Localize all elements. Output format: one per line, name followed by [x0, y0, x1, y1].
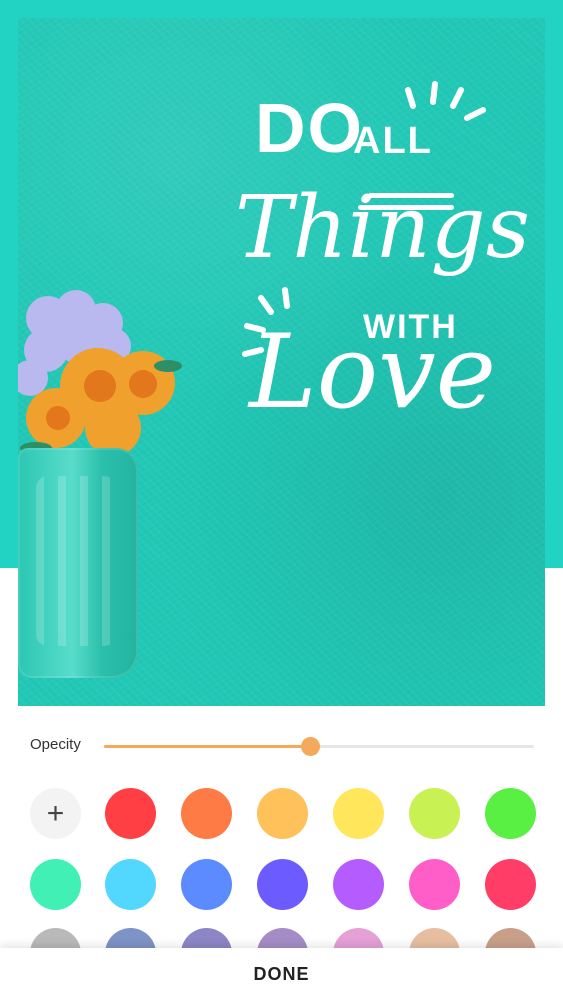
opacity-control: Opecity — [0, 726, 563, 766]
opacity-label: Opecity — [30, 736, 81, 753]
plus-icon: + — [46, 796, 65, 830]
done-button[interactable]: DONE — [253, 964, 309, 985]
color-swatch[interactable] — [30, 928, 81, 948]
opacity-slider-thumb[interactable] — [300, 737, 320, 756]
quote-word-do: DO — [255, 89, 364, 167]
bottom-bar: DONE — [0, 948, 563, 1000]
quote-sticker[interactable]: DO ALL Things WITH Love — [213, 78, 530, 478]
color-swatch[interactable] — [333, 928, 384, 948]
color-swatch[interactable] — [181, 928, 232, 948]
color-swatch[interactable] — [333, 859, 384, 910]
vase-image — [18, 448, 138, 678]
color-swatch[interactable] — [105, 859, 156, 910]
color-swatch[interactable] — [257, 788, 308, 839]
color-swatch[interactable] — [257, 928, 308, 948]
color-swatch[interactable] — [409, 788, 460, 839]
color-swatch[interactable] — [181, 788, 232, 839]
quote-word-things: Things — [235, 178, 530, 278]
quote-word-love: Love — [249, 313, 497, 432]
color-swatch[interactable] — [105, 928, 156, 948]
opacity-slider[interactable] — [104, 737, 534, 756]
color-swatch[interactable] — [485, 928, 536, 948]
color-palette: + — [0, 788, 563, 948]
image-canvas[interactable]: DO ALL Things WITH Love — [18, 18, 545, 706]
color-swatch[interactable] — [257, 859, 308, 910]
color-swatch[interactable] — [30, 859, 81, 910]
color-swatch[interactable] — [181, 859, 232, 910]
add-color-button[interactable]: + — [30, 788, 81, 839]
quote-word-all: ALL — [353, 120, 433, 162]
color-swatch[interactable] — [409, 928, 460, 948]
color-swatch[interactable] — [485, 859, 536, 910]
color-swatch[interactable] — [333, 788, 384, 839]
color-swatch[interactable] — [485, 788, 536, 839]
color-swatch[interactable] — [409, 859, 460, 910]
color-swatch[interactable] — [105, 788, 156, 839]
opacity-slider-fill — [104, 745, 311, 748]
